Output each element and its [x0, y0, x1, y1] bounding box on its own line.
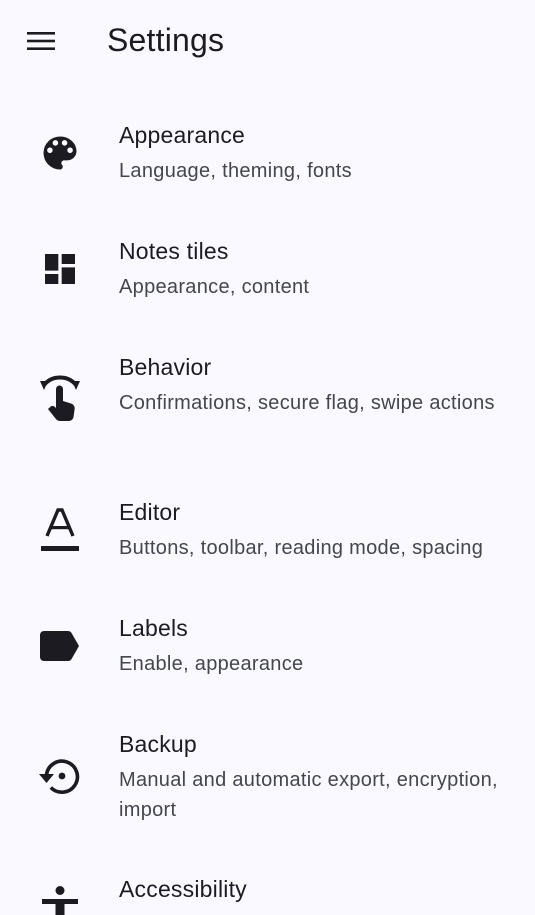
- settings-item-subtitle: Confirmations, secure flag, swipe action…: [119, 392, 495, 414]
- settings-item-title: Behavior: [119, 354, 212, 380]
- settings-item-title: Labels: [119, 615, 188, 641]
- menu-button[interactable]: [17, 17, 65, 65]
- settings-item-notes-tiles[interactable]: Notes tiles Appearance, content: [0, 228, 535, 340]
- page-title: Settings: [107, 22, 225, 58]
- palette-icon: [36, 129, 84, 177]
- swipe-gesture-icon: [36, 375, 84, 423]
- settings-item-title: Appearance: [119, 122, 246, 148]
- settings-item-labels[interactable]: Labels Enable, appearance: [0, 605, 535, 717]
- settings-item-title: Editor: [119, 499, 181, 525]
- settings-item-editor[interactable]: Editor Buttons, toolbar, reading mode, s…: [0, 489, 535, 601]
- settings-item-title: Backup: [119, 731, 197, 757]
- settings-item-title: Notes tiles: [119, 238, 229, 264]
- settings-item-subtitle: Enable, appearance: [119, 653, 304, 675]
- settings-item-subtitle: Buttons, toolbar, reading mode, spacing: [119, 537, 484, 559]
- settings-item-title: Accessibility: [119, 876, 247, 902]
- settings-item-behavior[interactable]: Behavior Confirmations, secure flag, swi…: [0, 344, 535, 484]
- settings-item-subtitle: Language, theming, fonts: [119, 160, 352, 182]
- restore-icon: [36, 752, 84, 800]
- settings-item-appearance[interactable]: Appearance Language, theming, fonts: [0, 112, 535, 224]
- label-icon: [36, 622, 84, 670]
- menu-icon: [27, 31, 55, 51]
- accessibility-icon: [36, 886, 84, 915]
- top-app-bar: Settings: [0, 0, 535, 82]
- text-format-icon: [36, 506, 84, 554]
- settings-item-accessibility[interactable]: Accessibility: [0, 866, 535, 915]
- settings-item-subtitle: Appearance, content: [119, 276, 310, 298]
- dashboard-icon: [36, 245, 84, 293]
- settings-item-subtitle: Manual and automatic export, encryption,…: [119, 769, 498, 821]
- settings-item-backup[interactable]: Backup Manual and automatic export, encr…: [0, 721, 535, 861]
